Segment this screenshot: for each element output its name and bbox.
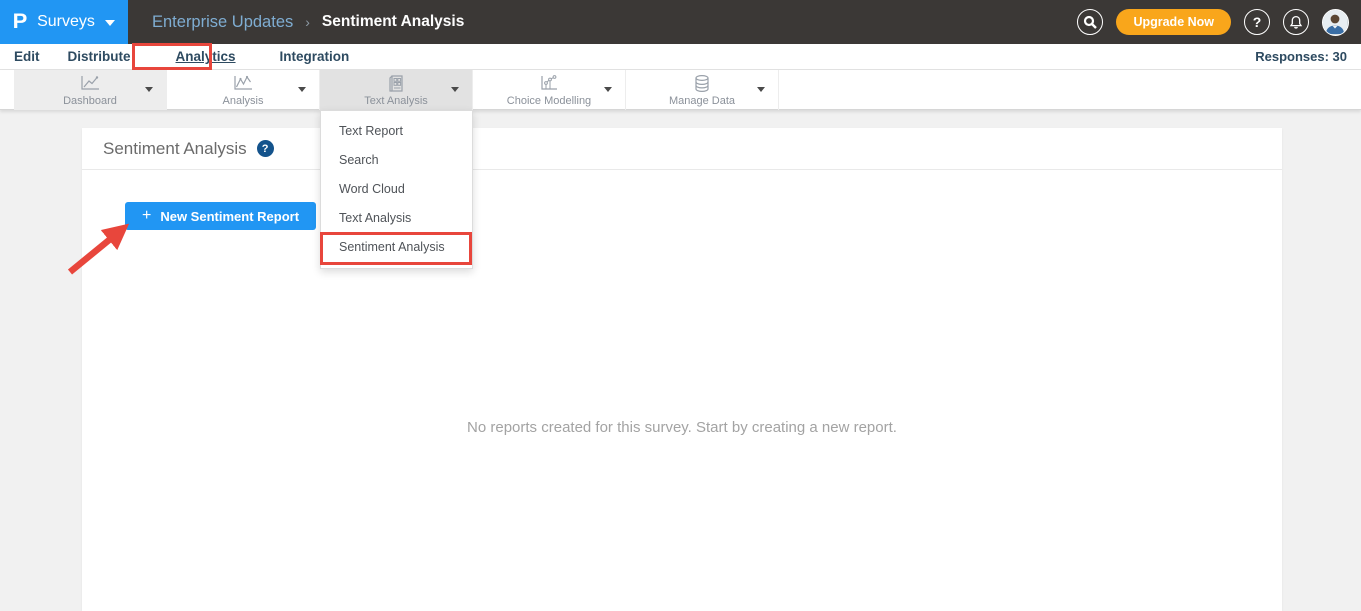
chevron-down-icon[interactable]	[298, 87, 306, 92]
nav-item-analytics[interactable]: Analytics	[176, 49, 236, 64]
toolbar-tabs: Dashboard Analysis	[14, 70, 779, 110]
text-report-icon	[320, 74, 472, 93]
tab-choice-modelling[interactable]: Choice Modelling	[473, 70, 626, 110]
chevron-down-icon[interactable]	[451, 87, 459, 92]
app-screen: P Surveys Enterprise Updates › Sentiment…	[0, 0, 1361, 611]
user-avatar[interactable]	[1322, 9, 1349, 36]
responses-count: Responses: 30	[1255, 49, 1347, 64]
title-help-icon[interactable]: ?	[257, 140, 274, 157]
tab-manage-data[interactable]: Manage Data	[626, 70, 779, 110]
new-sentiment-report-button[interactable]: + New Sentiment Report	[125, 202, 316, 230]
new-report-button-label: New Sentiment Report	[160, 209, 299, 224]
brand-logo: P	[13, 10, 28, 34]
tab-analysis[interactable]: Analysis	[167, 70, 320, 110]
nav-item-edit[interactable]: Edit	[14, 49, 40, 64]
search-button[interactable]	[1077, 9, 1103, 35]
chevron-down-icon[interactable]	[757, 87, 765, 92]
chevron-down-icon	[105, 20, 115, 26]
line-chart-icon	[14, 74, 166, 93]
choice-modelling-icon	[473, 74, 625, 93]
breadcrumb-separator-icon: ›	[305, 14, 310, 30]
topbar-actions: Upgrade Now ?	[1077, 0, 1349, 44]
area-chart-icon	[167, 74, 319, 93]
menu-item-word-cloud[interactable]: Word Cloud	[321, 175, 472, 204]
notifications-button[interactable]	[1283, 9, 1309, 35]
breadcrumb-survey-name[interactable]: Enterprise Updates	[152, 13, 293, 32]
survey-nav: Edit Distribute Analytics Integration Re…	[0, 44, 1361, 70]
page-title: Sentiment Analysis	[103, 139, 247, 159]
question-mark-icon: ?	[1253, 14, 1262, 30]
product-menu-label: Surveys	[37, 13, 95, 31]
search-icon	[1083, 15, 1097, 29]
analytics-toolbar: Dashboard Analysis	[0, 70, 1361, 110]
nav-item-distribute[interactable]: Distribute	[68, 49, 131, 64]
upgrade-now-button[interactable]: Upgrade Now	[1116, 9, 1231, 35]
breadcrumb: Enterprise Updates › Sentiment Analysis	[152, 13, 464, 32]
database-icon	[626, 74, 778, 94]
menu-item-search[interactable]: Search	[321, 146, 472, 175]
avatar-photo	[1323, 10, 1347, 34]
empty-state-message: No reports created for this survey. Star…	[82, 419, 1282, 436]
plus-icon: +	[142, 207, 151, 225]
bell-icon	[1289, 15, 1303, 30]
card-header: Sentiment Analysis ?	[82, 128, 1282, 170]
breadcrumb-current-page: Sentiment Analysis	[322, 13, 464, 31]
tab-dashboard[interactable]: Dashboard	[14, 70, 167, 110]
menu-item-text-report[interactable]: Text Report	[321, 117, 472, 146]
nav-item-integration[interactable]: Integration	[280, 49, 350, 64]
menu-item-sentiment-analysis[interactable]: Sentiment Analysis	[321, 233, 472, 262]
topbar: P Surveys Enterprise Updates › Sentiment…	[0, 0, 1361, 44]
chevron-down-icon[interactable]	[604, 87, 612, 92]
surveys-product-menu[interactable]: P Surveys	[0, 0, 128, 44]
menu-item-text-analysis[interactable]: Text Analysis	[321, 204, 472, 233]
chevron-down-icon[interactable]	[145, 87, 153, 92]
help-button[interactable]: ?	[1244, 9, 1270, 35]
text-analysis-dropdown-menu: Text Report Search Word Cloud Text Analy…	[320, 110, 473, 269]
content-card: Sentiment Analysis ? + New Sentiment Rep…	[82, 128, 1282, 611]
tab-text-analysis[interactable]: Text Analysis	[320, 70, 473, 110]
